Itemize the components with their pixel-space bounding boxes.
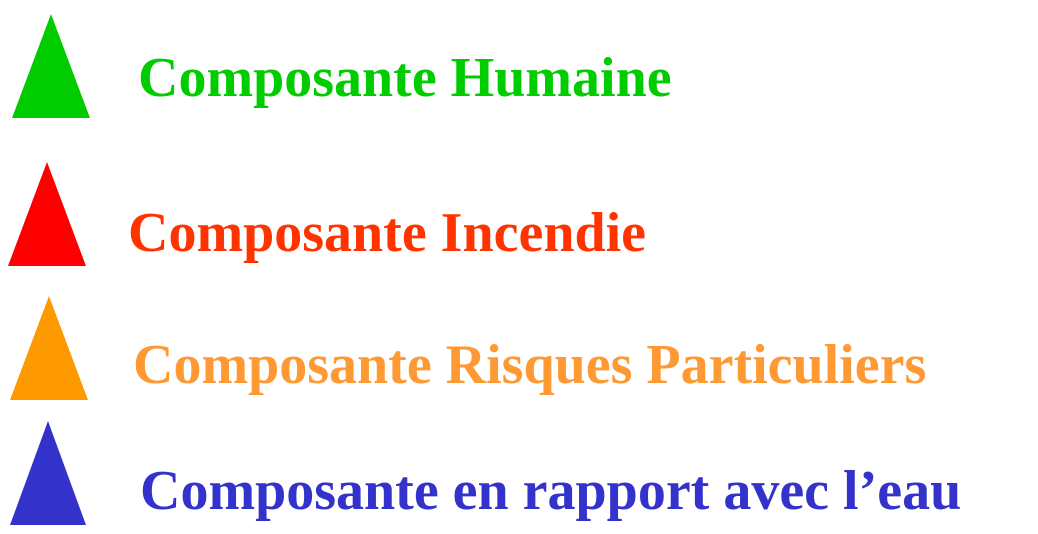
legend-label-eau: Composante en rapport avec l’eau <box>140 460 962 522</box>
legend-label-incendie: Composante Incendie <box>128 202 647 264</box>
red-triangle-icon <box>8 162 86 266</box>
legend-label-humaine: Composante Humaine <box>138 47 672 109</box>
orange-triangle-icon <box>10 296 88 400</box>
legend-item-incendie: Composante Incendie <box>0 150 1038 280</box>
legend-label-risques-particuliers: Composante Risques Particuliers <box>133 334 927 396</box>
legend-item-risques-particuliers: Composante Risques Particuliers <box>0 285 1038 415</box>
blue-triangle-icon <box>10 421 86 525</box>
green-triangle-icon <box>12 14 90 118</box>
legend-item-humaine: Composante Humaine <box>0 0 1038 130</box>
legend-item-eau: Composante en rapport avec l’eau <box>0 415 1038 534</box>
